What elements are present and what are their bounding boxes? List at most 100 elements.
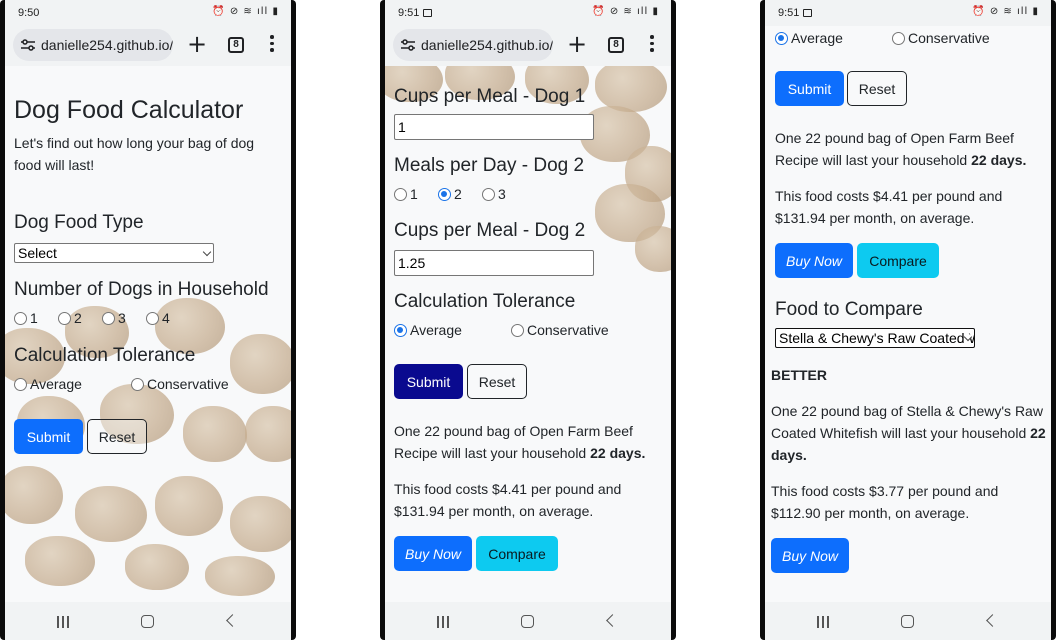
recents-icon[interactable] [437,616,449,628]
page-title: Dog Food Calculator [14,96,244,124]
status-icons: ⏰ ⊘ ≋ ıll ▮ [592,6,659,17]
radio-button[interactable] [482,187,495,201]
buy-now-button[interactable]: Buy Now [394,536,472,571]
option-label: 2 [74,310,82,326]
home-icon[interactable] [521,615,534,628]
dogs-option-1[interactable]: 1 [14,310,58,326]
status-bar: 9:51 ⏰ ⊘ ≋ ıll ▮ [385,0,671,26]
result-days: 22 days. [971,152,1027,168]
site-settings-icon[interactable] [401,39,415,51]
page-content: Dog Food Calculator Let's find out how l… [5,66,291,602]
meals-dog2-radio-group: 1 2 3 [394,186,526,202]
compare-button[interactable]: Compare [857,243,939,278]
reset-button[interactable]: Reset [87,419,147,454]
dogs-heading: Number of Dogs in Household [14,279,269,300]
recents-icon[interactable] [57,616,69,628]
recents-icon[interactable] [817,616,829,628]
tolerance-radio-group: Average Conservative [14,376,229,392]
more-menu-icon[interactable] [270,35,274,55]
radio-button[interactable] [892,31,905,45]
reset-button[interactable]: Reset [467,364,527,399]
dogs-option-2[interactable]: 2 [58,310,102,326]
tolerance-option-conservative[interactable]: Conservative [892,30,990,46]
radio-button[interactable] [146,311,159,325]
result-text: One 22 pound bag of Open Farm Beef Recip… [775,127,1040,171]
result-days: 22 days. [590,445,646,461]
tab-switcher-icon[interactable]: 8 [608,37,624,53]
status-time: 9:51 [778,7,813,19]
tolerance-option-conservative[interactable]: Conservative [511,322,609,338]
reset-button[interactable]: Reset [847,71,907,106]
radio-button[interactable] [131,377,144,391]
radio-button-selected[interactable] [438,187,451,201]
food-type-select[interactable]: Select [14,243,214,263]
compare-buy-now-button[interactable]: Buy Now [771,538,849,573]
meals-option-1[interactable]: 1 [394,186,438,202]
gallery-notification-icon [803,9,813,17]
meals-option-3[interactable]: 3 [482,186,526,202]
radio-button-selected[interactable] [394,323,407,337]
status-time-text: 9:51 [398,7,420,19]
tolerance-heading: Calculation Tolerance [14,345,196,366]
page-content: Cups per Meal - Dog 1 1 Meals per Day - … [385,66,671,602]
tolerance-option-average[interactable]: Average [775,30,892,46]
dogs-option-4[interactable]: 4 [146,310,190,326]
cost-text: This food costs $4.41 per pound and $131… [775,188,1003,226]
option-label: 3 [498,186,506,202]
screen: 9:51 ⏰ ⊘ ≋ ıll ▮ danielle254.github.io/ … [385,0,671,640]
radio-button[interactable] [14,377,27,391]
submit-button[interactable]: Submit [14,419,83,454]
more-menu-icon[interactable] [650,35,654,55]
site-settings-icon[interactable] [21,39,35,51]
meals-dog2-heading: Meals per Day - Dog 2 [394,155,585,176]
tolerance-radio-group: Average Conservative [394,322,609,338]
tolerance-radio-group: Average Conservative [775,30,990,46]
back-icon[interactable] [606,614,619,627]
radio-button[interactable] [511,323,524,337]
tolerance-option-conservative[interactable]: Conservative [131,376,229,392]
status-time-text: 9:51 [778,7,800,19]
food-type-heading: Dog Food Type [14,212,144,233]
radio-button[interactable] [58,311,71,325]
radio-button-selected[interactable] [775,31,788,45]
radio-button[interactable] [102,311,115,325]
status-bar: 9:51 ⏰ ⊘ ≋ ıll ▮ [765,0,1051,26]
compare-result-text-body: One 22 pound bag of Stella & Chewy's Raw… [771,403,1043,441]
option-label: 1 [410,186,418,202]
gallery-notification-icon [423,9,433,17]
compare-food-select[interactable]: Stella & Chewy's Raw Coated Whitefish [775,328,975,348]
option-label: 2 [454,186,462,202]
address-bar[interactable]: danielle254.github.io/ [13,29,173,61]
status-icons: ⏰ ⊘ ≋ ıll ▮ [972,6,1039,17]
submit-button[interactable]: Submit [775,71,844,106]
back-icon[interactable] [226,614,239,627]
back-icon[interactable] [986,614,999,627]
compare-select-value: Stella & Chewy's Raw Coated Whitefish [779,330,974,346]
option-label: Average [410,322,462,338]
chevron-down-icon [202,247,212,257]
tab-switcher-icon[interactable]: 8 [228,37,244,53]
browser-toolbar: danielle254.github.io/ + 8 [385,26,671,66]
cups-dog2-input[interactable]: 1.25 [394,250,594,276]
home-icon[interactable] [141,615,154,628]
address-bar[interactable]: danielle254.github.io/ [393,29,553,61]
cups-dog1-input[interactable]: 1 [394,114,594,140]
screen: 9:51 ⏰ ⊘ ≋ ıll ▮ Average Conservative Su… [765,0,1051,640]
status-bar: 9:50 ⏰ ⊘ ≋ ıll ▮ [5,0,291,26]
option-label: 1 [30,310,38,326]
phone-screen-1: 9:50 ⏰ ⊘ ≋ ıll ▮ danielle254.github.io/ … [0,0,296,640]
compare-button[interactable]: Compare [476,536,558,571]
home-icon[interactable] [901,615,914,628]
intro-text: Let's find out how long your bag of dog … [14,135,255,173]
submit-button[interactable]: Submit [394,364,463,399]
radio-button[interactable] [14,311,27,325]
tolerance-option-average[interactable]: Average [394,322,511,338]
meals-option-2[interactable]: 2 [438,186,482,202]
radio-button[interactable] [394,187,407,201]
new-tab-icon[interactable]: + [567,32,587,56]
buy-now-button[interactable]: Buy Now [775,243,853,278]
new-tab-icon[interactable]: + [187,32,207,56]
tolerance-option-average[interactable]: Average [14,376,131,392]
dogs-option-3[interactable]: 3 [102,310,146,326]
android-nav-bar [765,602,1051,640]
